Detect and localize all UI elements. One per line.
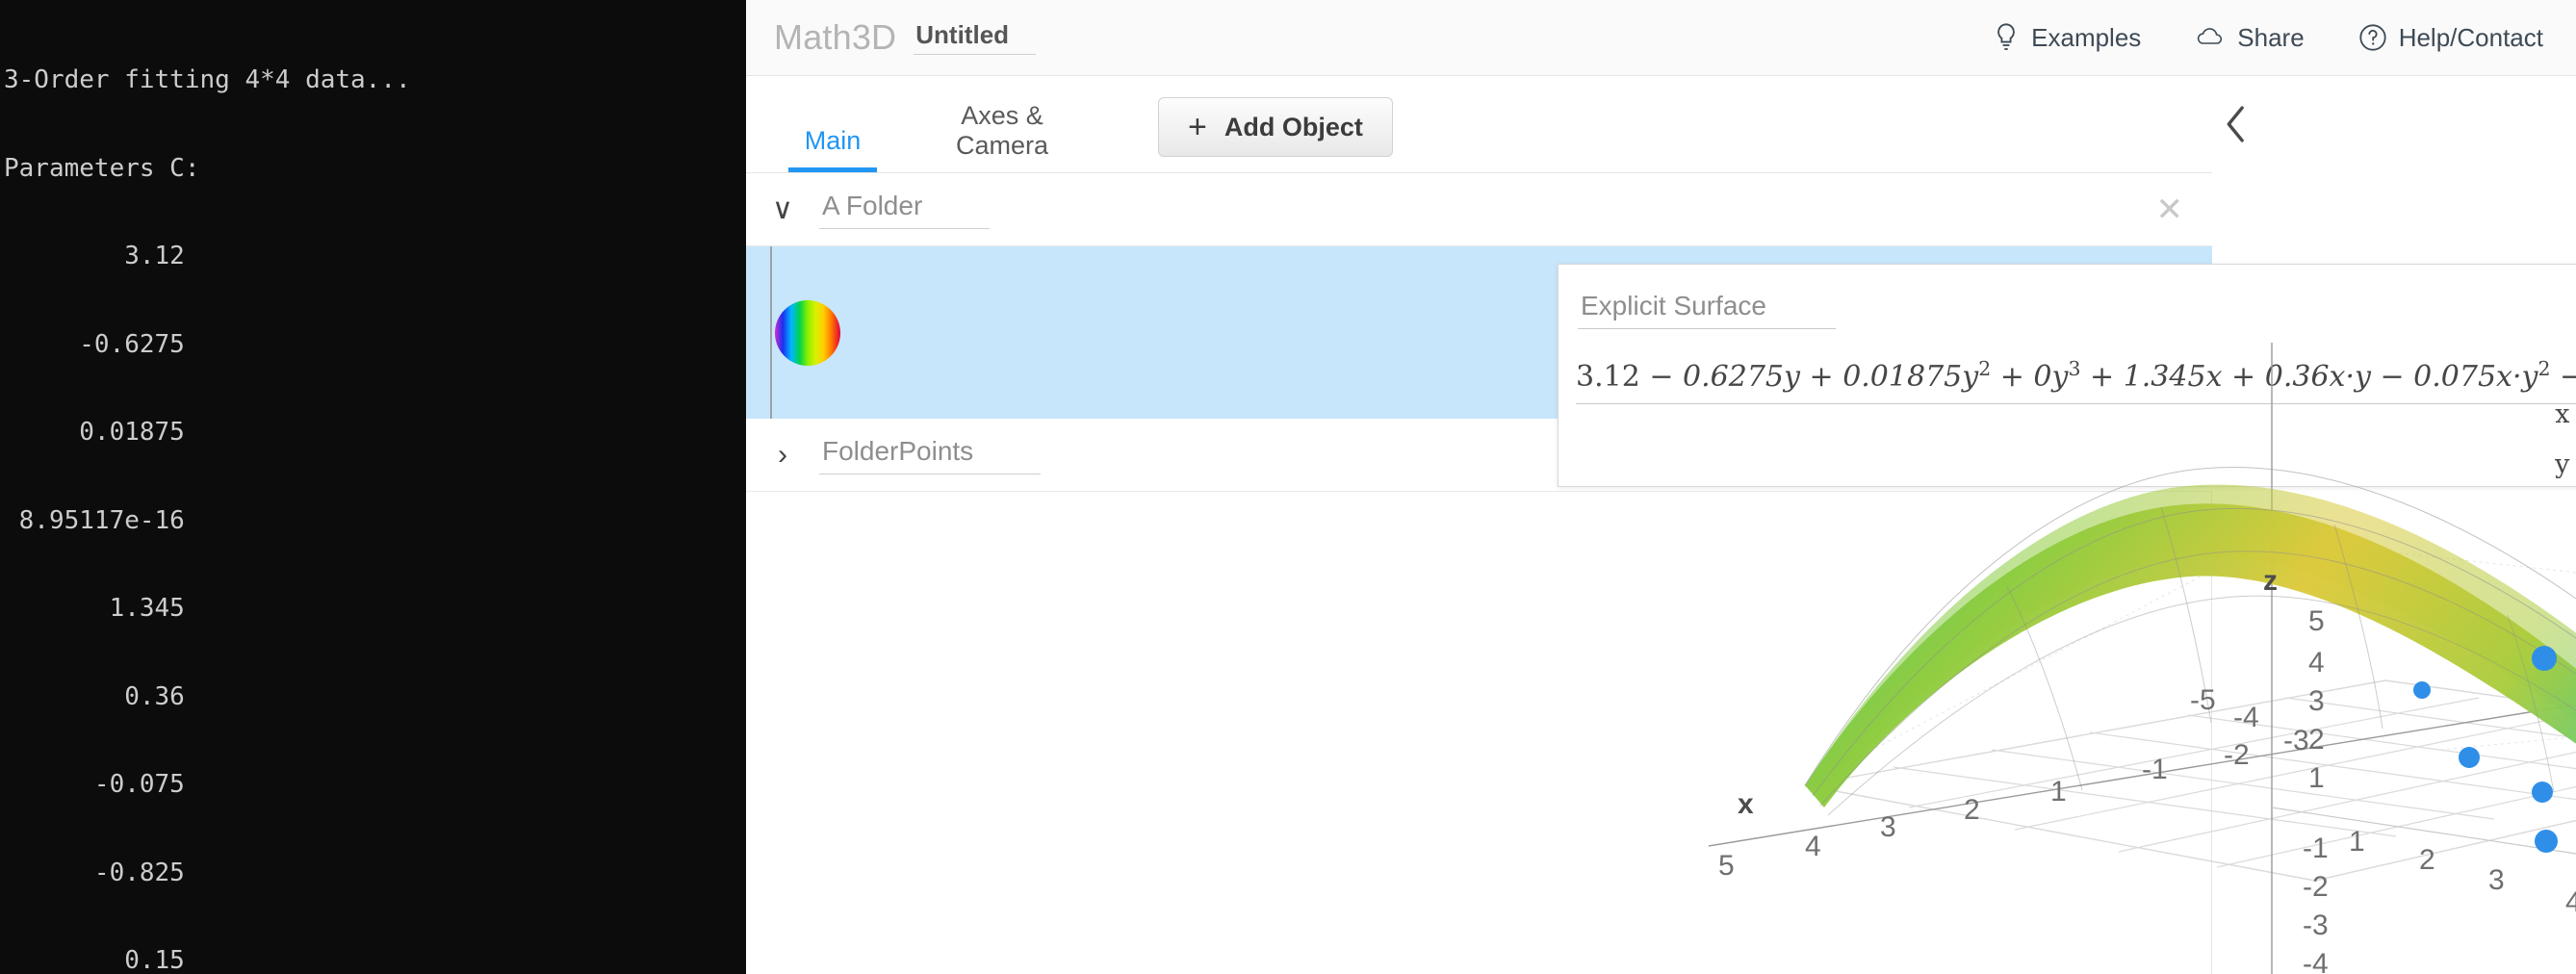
folder-row[interactable]: ∨ A Folder ✕ (746, 173, 2212, 246)
eq-term: 0.01875y (1842, 360, 1979, 394)
tab-axes-camera-line1: Axes & (961, 101, 1043, 130)
svg-text:4: 4 (2565, 886, 2576, 918)
app-header: Math3D Untitled Examples Share Help/Cont… (746, 0, 2576, 76)
panel-tabs: Main Axes & Camera + Add Object (746, 76, 2212, 173)
svg-text:2: 2 (2308, 724, 2325, 756)
tab-axes-camera[interactable]: Axes & Camera (935, 101, 1069, 172)
question-circle-icon (2358, 23, 2387, 52)
svg-text:-3: -3 (2303, 910, 2329, 941)
svg-text:3: 3 (2308, 685, 2325, 717)
eq-exp: 2 (1978, 357, 1992, 380)
eq-term: 3.12 (1576, 360, 1640, 394)
examples-button[interactable]: Examples (1993, 22, 2141, 53)
console-line: -0.825 (4, 858, 185, 887)
chevron-down-icon[interactable]: ∨ (746, 192, 819, 226)
eq-term: 1.345x (2123, 360, 2223, 394)
folder-name-input[interactable]: A Folder (819, 190, 991, 229)
math3d-app: Math3D Untitled Examples Share Help/Cont… (746, 0, 2576, 974)
chevron-right-icon[interactable]: › (746, 439, 819, 472)
eq-op: + (2090, 360, 2115, 394)
console-window[interactable]: 3-Order fitting 4*4 data... Parameters C… (0, 0, 746, 974)
surface-name-input[interactable]: Explicit Surface (1578, 290, 1836, 329)
share-button[interactable]: Share (2195, 22, 2305, 53)
help-contact-label: Help/Contact (2398, 22, 2543, 52)
add-object-button[interactable]: + Add Object (1158, 97, 1393, 157)
eq-term: 0.6275y (1683, 360, 1800, 394)
plot-viewport[interactable]: 5 4 3 2 1 -1 -2 -3 -4 -5 z 5 4 3 2 (1708, 76, 2576, 974)
console-line: 0.01875 (4, 418, 185, 447)
header-actions: Examples Share Help/Contact (1939, 22, 2543, 53)
lightbulb-icon (1993, 22, 2020, 53)
screenshot-root: 3-Order fitting 4*4 data... Parameters C… (0, 0, 2576, 974)
svg-text:-4: -4 (2233, 702, 2259, 733)
app-brand: Math3D (774, 17, 897, 57)
console-line: Parameters C: (4, 153, 200, 183)
plus-icon: + (1188, 108, 1207, 145)
z-axis-label: z (2263, 565, 2278, 597)
folderpoints-name-input[interactable]: FolderPoints (819, 435, 1042, 474)
svg-text:5: 5 (2308, 605, 2325, 637)
cloud-icon (2195, 25, 2226, 50)
tab-main[interactable]: Main (788, 126, 877, 172)
help-contact-button[interactable]: Help/Contact (2358, 23, 2543, 53)
data-points (2413, 646, 2558, 853)
svg-text:-1: -1 (2303, 833, 2329, 864)
eq-term: 0y (2033, 360, 2069, 394)
rainbow-color-swatch[interactable] (773, 298, 842, 368)
console-line: 0.15 (4, 946, 185, 974)
eq-op: + (1999, 360, 2024, 394)
eq-op: + (1809, 360, 1834, 394)
collapse-panel-button[interactable] (2207, 97, 2265, 155)
svg-text:-3: -3 (2283, 725, 2309, 756)
svg-text:-2: -2 (2224, 739, 2250, 771)
console-line: 8.95117e-16 (4, 505, 185, 535)
console-line: -0.075 (4, 770, 185, 799)
chevron-left-icon (2224, 105, 2249, 148)
console-line: 3.12 (4, 242, 185, 270)
y-axis-ticks: 1 2 3 4 5 -1 -2 -3 -4 -5 (2349, 826, 2576, 918)
svg-text:-2: -2 (2303, 871, 2329, 903)
object-indent-bar (770, 246, 772, 419)
add-object-label: Add Object (1224, 112, 1363, 141)
share-label: Share (2237, 22, 2305, 52)
folder-close-icon[interactable]: ✕ (2156, 193, 2184, 226)
eq-op: − (1649, 360, 1674, 394)
svg-text:2: 2 (2419, 844, 2435, 876)
console-line: 1.345 (4, 594, 185, 623)
svg-text:3: 3 (2488, 864, 2505, 896)
svg-text:1: 1 (2349, 826, 2365, 858)
console-line: 3-Order fitting 4*4 data... (4, 65, 411, 94)
z-axis-ticks: 5 4 3 2 1 -1 -2 -3 -4 -5 (2303, 605, 2329, 974)
examples-label: Examples (2031, 22, 2142, 52)
document-title-input[interactable]: Untitled (914, 20, 1037, 55)
console-line: 0.36 (4, 681, 185, 711)
svg-text:-4: -4 (2303, 948, 2329, 974)
eq-exp: 3 (2068, 357, 2081, 380)
console-line: -0.6275 (4, 329, 185, 359)
tab-axes-camera-line2: Camera (955, 131, 1049, 160)
svg-text:1: 1 (2308, 762, 2325, 794)
svg-text:4: 4 (2308, 647, 2325, 679)
